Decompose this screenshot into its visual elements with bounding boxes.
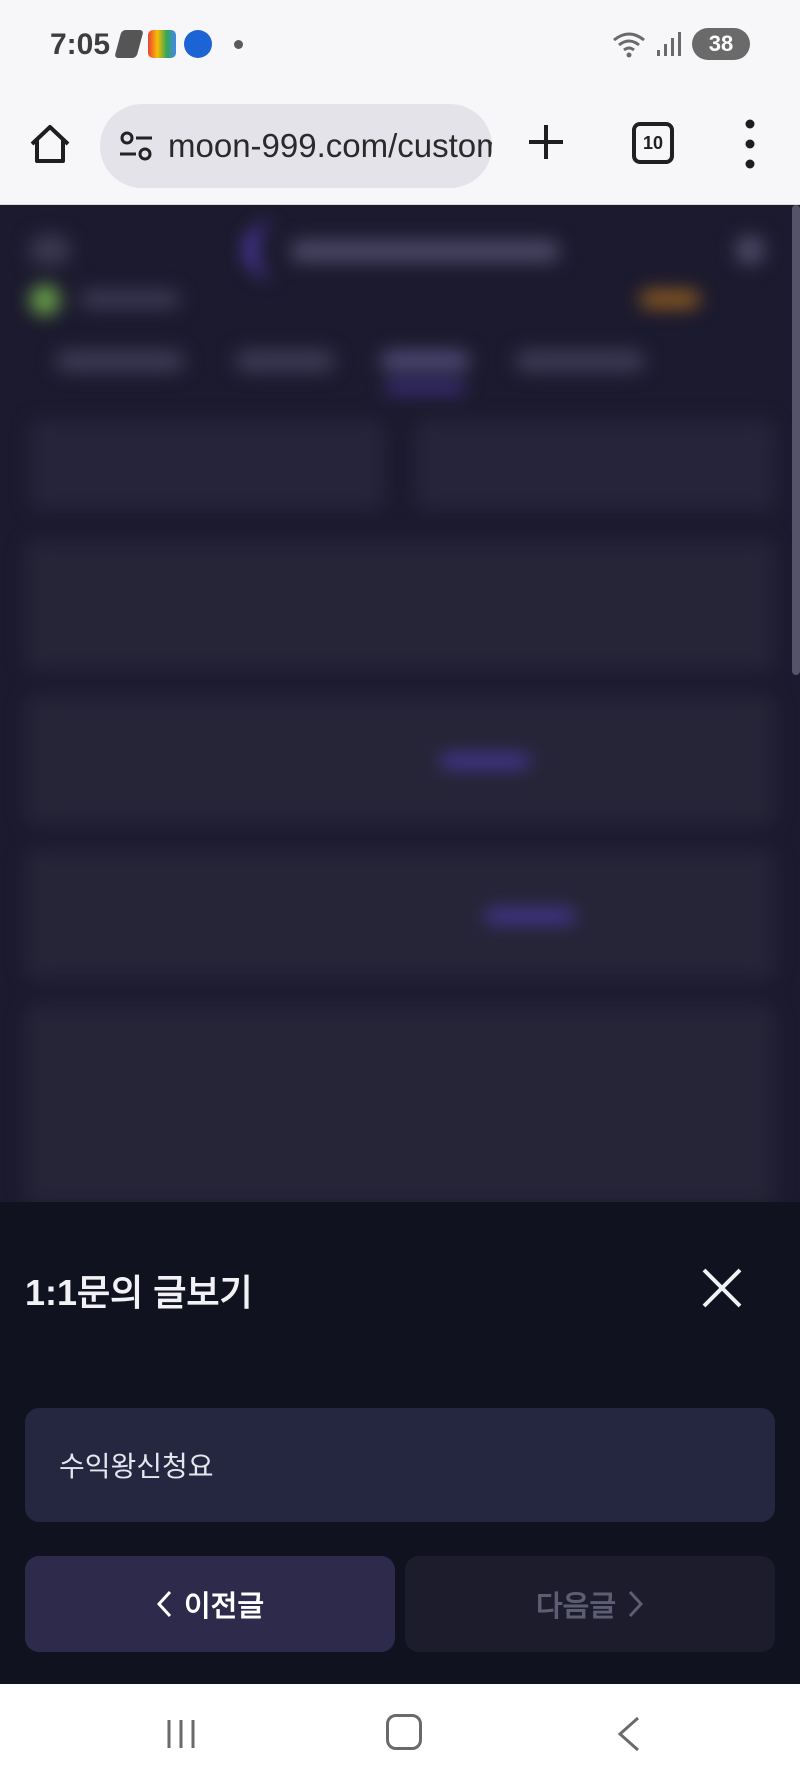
- chevron-right-icon: [628, 1590, 644, 1618]
- blurred-page-background: [0, 205, 800, 1202]
- wifi-icon: [613, 32, 645, 58]
- next-post-button[interactable]: 다음글: [405, 1556, 775, 1652]
- status-bar: 7:05 38: [0, 0, 800, 92]
- recent-apps-icon[interactable]: [165, 1714, 197, 1754]
- plus-icon[interactable]: [526, 122, 566, 162]
- dot-icon: [234, 39, 243, 49]
- sheet-title: 1:1문의 글보기: [25, 1272, 253, 1313]
- previous-post-label: 이전글: [183, 1591, 265, 1623]
- previous-post-button[interactable]: 이전글: [25, 1556, 395, 1652]
- inquiry-subject-text: 수익왕신청요: [59, 1451, 214, 1482]
- browser-toolbar: moon-999.com/customer 10: [0, 92, 800, 205]
- notification-icon: [114, 30, 144, 58]
- inquiry-subject: 수익왕신청요: [25, 1408, 775, 1522]
- site-settings-icon[interactable]: [118, 128, 154, 164]
- chevron-left-icon: [156, 1590, 172, 1618]
- address-bar[interactable]: moon-999.com/customer: [100, 104, 492, 188]
- maps-icon: [148, 30, 176, 58]
- system-navigation-bar: [0, 1684, 800, 1784]
- url-text: moon-999.com/customer: [168, 127, 492, 164]
- status-time: 7:05: [50, 28, 111, 61]
- signal-icon: [657, 32, 681, 56]
- home-nav-icon[interactable]: [386, 1714, 422, 1750]
- more-icon[interactable]: [740, 118, 760, 170]
- battery-indicator: 38: [692, 28, 750, 60]
- tab-switcher-button[interactable]: 10: [632, 122, 674, 164]
- super-sol-icon: [184, 30, 212, 58]
- next-post-label: 다음글: [535, 1591, 617, 1623]
- page-scrollbar[interactable]: [792, 205, 800, 675]
- blur-layer: [0, 205, 800, 1202]
- close-icon[interactable]: [700, 1266, 744, 1310]
- status-icons-right: 38: [612, 28, 750, 60]
- home-icon[interactable]: [28, 122, 72, 166]
- back-icon[interactable]: [614, 1714, 642, 1754]
- inquiry-view-sheet: 1:1문의 글보기 수익왕신청요 이전글 다음글: [0, 1202, 800, 1684]
- status-icons-left: [114, 30, 243, 58]
